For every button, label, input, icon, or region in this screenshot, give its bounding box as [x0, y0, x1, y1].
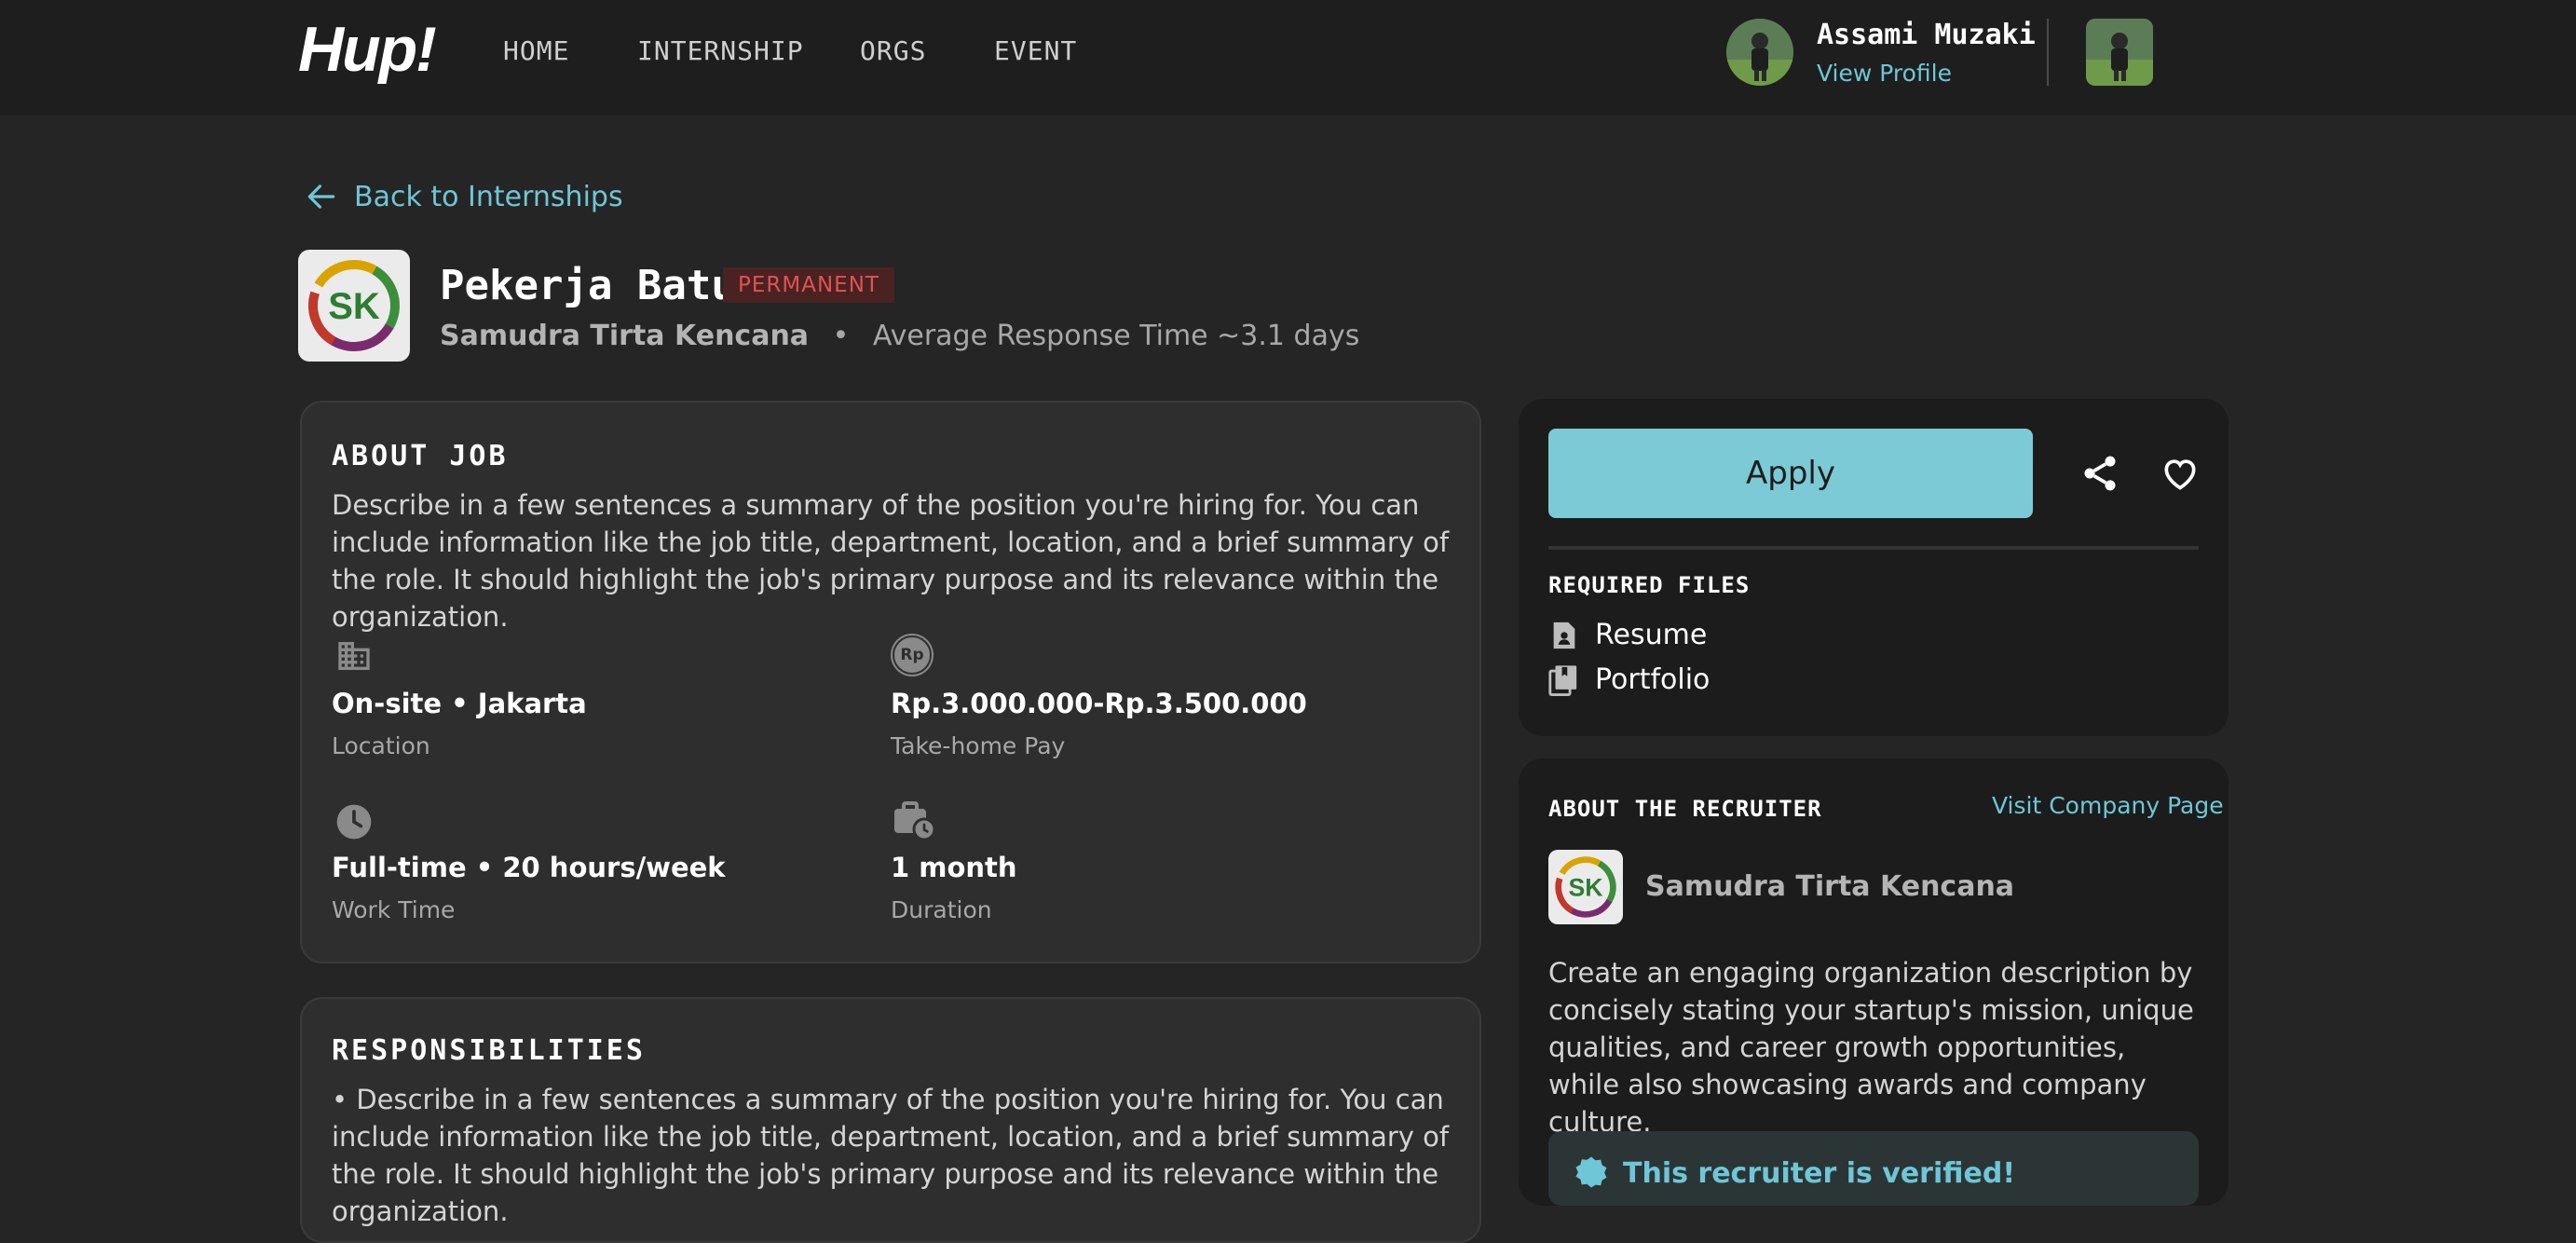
- user-name: Assami Muzaki: [1817, 19, 2036, 51]
- recruiter-logo[interactable]: SK: [1548, 850, 1623, 924]
- responsibilities-text: • Describe in a few sentences a summary …: [332, 1084, 1450, 1227]
- location-value: On-site • Jakarta: [332, 688, 587, 719]
- building-icon: [335, 637, 373, 678]
- portfolio-file-icon: [1548, 664, 1577, 696]
- job-subline: Samudra Tirta Kencana • Average Response…: [440, 320, 1359, 352]
- avatar-photo: [1726, 19, 1793, 86]
- thumbnail-photo: [2086, 19, 2153, 86]
- recruiter-description: Create an engaging organization descript…: [1548, 957, 2194, 1138]
- response-time: Average Response Time ~3.1 days: [872, 320, 1360, 352]
- required-file-resume[interactable]: Resume: [1550, 619, 1707, 651]
- nav-link-internship[interactable]: INTERNSHIP: [637, 35, 804, 66]
- recruiter-name[interactable]: Samudra Tirta Kencana: [1645, 870, 2014, 903]
- nav-link-orgs[interactable]: ORGS: [860, 35, 926, 66]
- responsibilities-heading: RESPONSIBILITIES: [332, 1034, 646, 1067]
- required-file-portfolio[interactable]: Portfolio: [1548, 663, 1710, 696]
- duration-value: 1 month: [891, 852, 1017, 883]
- required-files-heading: REQUIRED FILES: [1548, 572, 1751, 598]
- subline-separator: •: [832, 320, 850, 352]
- pay-value: Rp.3.000.000-Rp.3.500.000: [891, 688, 1307, 719]
- rupiah-glyph: Rp: [893, 635, 932, 675]
- visit-company-page-link[interactable]: Visit Company Page: [1992, 792, 2224, 819]
- job-title: Pekerja Batu: [440, 262, 736, 309]
- about-job-description: Describe in a few sentences a summary of…: [332, 489, 1450, 633]
- profile-thumbnail[interactable]: [2086, 19, 2153, 86]
- work-time-value: Full-time • 20 hours/week: [332, 852, 726, 883]
- company-logo: SK: [298, 250, 410, 362]
- apply-button[interactable]: Apply: [1548, 429, 2033, 518]
- app-logo[interactable]: Hup!: [298, 13, 437, 86]
- pay-label: Take-home Pay: [891, 732, 1066, 759]
- arrow-left-icon: [307, 184, 335, 209]
- view-profile-link[interactable]: View Profile: [1817, 60, 1952, 87]
- top-navbar: Hup! HOME INTERNSHIP ORGS EVENT Assami M…: [0, 0, 2576, 116]
- verified-text: This recruiter is verified!: [1623, 1157, 2015, 1190]
- share-icon[interactable]: [2079, 453, 2120, 498]
- verified-badge-icon: [1574, 1155, 1608, 1193]
- recruiter-logo-graphic: SK: [1555, 856, 1616, 918]
- responsibilities-card: RESPONSIBILITIES • Describe in a few sen…: [300, 997, 1481, 1243]
- duration-label: Duration: [891, 896, 992, 923]
- verified-banner: This recruiter is verified!: [1548, 1131, 2199, 1206]
- company-name[interactable]: Samudra Tirta Kencana: [440, 320, 809, 352]
- recruiter-logo-text: SK: [1568, 873, 1602, 901]
- resume-file-icon: [1553, 622, 1575, 649]
- work-time-label: Work Time: [332, 896, 456, 923]
- rupiah-icon: Rp: [891, 634, 934, 676]
- employment-type-badge: PERMANENT: [723, 267, 894, 303]
- about-job-card: ABOUT JOB Describe in a few sentences a …: [300, 401, 1481, 963]
- company-logo-graphic: SK: [308, 260, 400, 351]
- nav-link-home[interactable]: HOME: [503, 35, 569, 66]
- clock-icon: [334, 801, 375, 846]
- heart-icon[interactable]: [2160, 453, 2201, 498]
- recruiter-heading: ABOUT THE RECRUITER: [1548, 796, 1822, 822]
- about-job-heading: ABOUT JOB: [332, 440, 509, 472]
- company-logo-text: SK: [328, 286, 380, 327]
- nav-link-event[interactable]: EVENT: [994, 35, 1077, 66]
- back-to-internships-link[interactable]: Back to Internships: [304, 179, 623, 214]
- nav-divider: [2047, 19, 2049, 86]
- resume-label: Resume: [1595, 619, 1708, 651]
- back-link-label: Back to Internships: [354, 180, 623, 213]
- user-avatar[interactable]: [1726, 19, 1793, 86]
- briefcase-clock-icon: [891, 798, 936, 846]
- location-label: Location: [332, 732, 430, 759]
- portfolio-label: Portfolio: [1595, 663, 1711, 696]
- apply-divider: [1548, 546, 2199, 550]
